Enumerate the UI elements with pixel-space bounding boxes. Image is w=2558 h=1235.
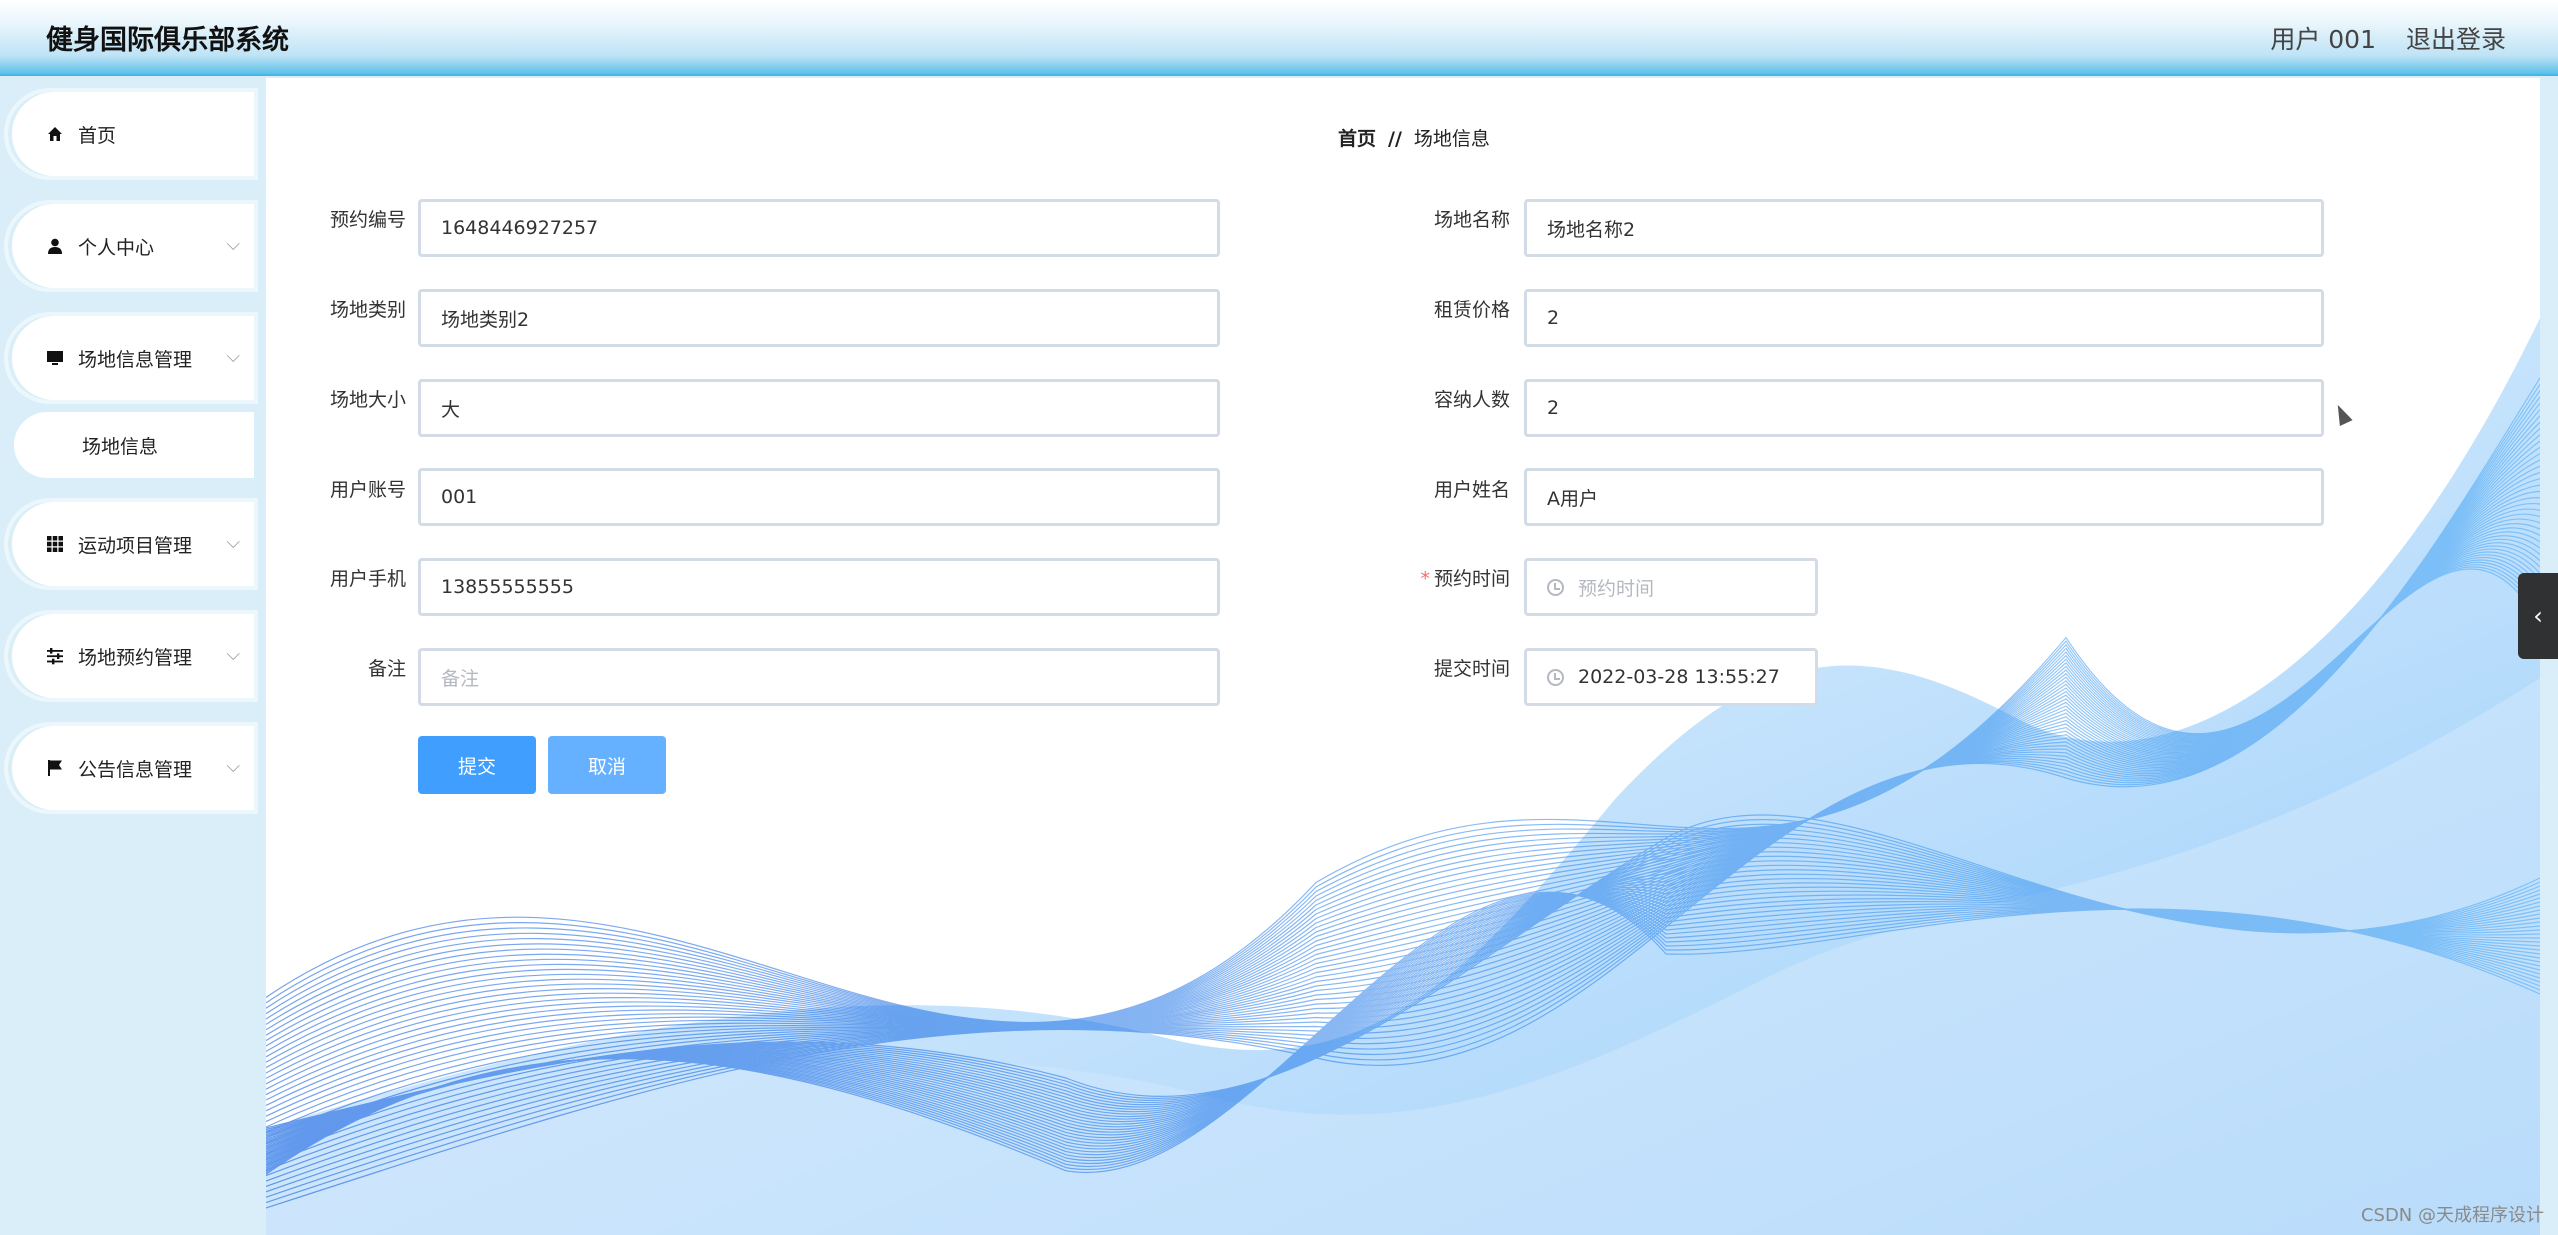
sidebar-item-label: 公告信息管理 — [78, 758, 193, 781]
chevron-down-icon: ⌵ — [226, 234, 240, 255]
venue-name-input[interactable]: 场地名称2 — [1524, 199, 2324, 257]
booking-time-label: * 预约时间 — [1370, 564, 1510, 591]
user-account-input[interactable]: 001 — [418, 468, 1220, 526]
sidebar-item-announcement-management[interactable]: 公告信息管理 ⌵ — [8, 726, 254, 810]
booking-time-picker[interactable]: 预约时间 — [1524, 558, 1818, 616]
sidebar-subitem-label: 场地信息 — [82, 435, 159, 458]
clock-icon — [1547, 578, 1564, 596]
watermark: CSDN @天成程序设计 — [2360, 1205, 2544, 1226]
submit-time-label: 提交时间 — [1433, 658, 1510, 680]
venue-name-label: 场地名称 — [1433, 209, 1510, 231]
sidebar-subitem-venue-info[interactable]: 场地信息 — [14, 412, 254, 478]
app-title: 健身国际俱乐部系统 — [46, 25, 289, 56]
breadcrumb-separator: // — [1388, 128, 1402, 150]
breadcrumb-home[interactable]: 首页 — [1338, 128, 1376, 150]
capacity-input[interactable]: 2 — [1524, 379, 2324, 437]
required-mark: * — [1420, 568, 1430, 590]
remark-label: 备注 — [367, 658, 406, 680]
chevron-left-icon: ‹ — [2533, 602, 2543, 630]
venue-size-input[interactable]: 大 — [418, 379, 1220, 437]
remark-input[interactable]: 备注 — [418, 648, 1220, 706]
cancel-button[interactable]: 取消 — [548, 736, 666, 794]
flag-icon — [44, 757, 66, 779]
user-name-input[interactable]: A用户 — [1524, 468, 2324, 526]
grid-icon — [44, 533, 66, 555]
venue-size-label: 场地大小 — [329, 389, 406, 411]
current-user-label: 用户 001 — [2270, 25, 2376, 54]
sidebar-item-label: 首页 — [78, 124, 117, 147]
logout-link[interactable]: 退出登录 — [2406, 20, 2506, 56]
rent-price-input[interactable]: 2 — [1524, 289, 2324, 347]
submit-time-picker[interactable]: 2022-03-28 13:55:27 — [1524, 648, 1818, 706]
sidebar-item-personal-center[interactable]: 个人中心 ⌵ — [8, 204, 254, 288]
sidebar-item-label: 运动项目管理 — [78, 534, 193, 557]
breadcrumb: 首页 // 场地信息 — [1338, 124, 1490, 151]
sidebar-item-label: 场地信息管理 — [78, 348, 193, 371]
home-icon — [44, 123, 66, 145]
breadcrumb-current: 场地信息 — [1413, 128, 1490, 150]
sidebar-item-sports-project-management[interactable]: 运动项目管理 ⌵ — [8, 502, 254, 586]
capacity-label: 容纳人数 — [1433, 389, 1510, 411]
sliders-icon — [44, 645, 66, 667]
sidebar-item-venue-info-management[interactable]: 场地信息管理 ⌵ — [8, 316, 254, 400]
submit-button[interactable]: 提交 — [418, 736, 536, 794]
top-header: 健身国际俱乐部系统 用户 001 退出登录 — [0, 0, 2558, 76]
sidebar-item-label: 个人中心 — [78, 236, 155, 259]
sidebar-item-label: 场地预约管理 — [78, 646, 193, 669]
user-phone-label: 用户手机 — [329, 568, 406, 590]
user-phone-input[interactable]: 13855555555 — [418, 558, 1220, 616]
clock-icon — [1547, 668, 1564, 686]
sidebar: 首页 个人中心 ⌵ 场地信息管理 ⌵ 场地信息 运动项目管理 ⌵ 场地预约管理 … — [0, 78, 266, 1235]
user-icon — [44, 235, 66, 257]
rent-price-label: 租赁价格 — [1433, 299, 1510, 321]
booking-time-label-text: 预约时间 — [1433, 568, 1510, 590]
main-content: 首页 // 场地信息 预约编号 1648446927257 场地类别 场地类别2 场… — [266, 78, 2540, 1235]
chevron-down-icon: ⌵ — [226, 346, 240, 367]
booking-time-placeholder: 预约时间 — [1578, 577, 1655, 600]
monitor-icon — [44, 347, 66, 369]
venue-type-input[interactable]: 场地类别2 — [418, 289, 1220, 347]
submit-time-value: 2022-03-28 13:55:27 — [1578, 666, 1780, 688]
side-panel-toggle[interactable]: ‹ — [2518, 573, 2558, 659]
user-name-label: 用户姓名 — [1433, 479, 1510, 501]
chevron-down-icon: ⌵ — [226, 532, 240, 553]
chevron-down-icon: ⌵ — [226, 644, 240, 665]
sidebar-item-home[interactable]: 首页 — [8, 92, 254, 176]
venue-type-label: 场地类别 — [329, 299, 406, 321]
chevron-down-icon: ⌵ — [226, 756, 240, 777]
user-account-label: 用户账号 — [329, 479, 406, 501]
booking-no-input[interactable]: 1648446927257 — [418, 199, 1220, 257]
booking-no-label: 预约编号 — [329, 209, 406, 231]
sidebar-item-venue-booking-management[interactable]: 场地预约管理 ⌵ — [8, 614, 254, 698]
